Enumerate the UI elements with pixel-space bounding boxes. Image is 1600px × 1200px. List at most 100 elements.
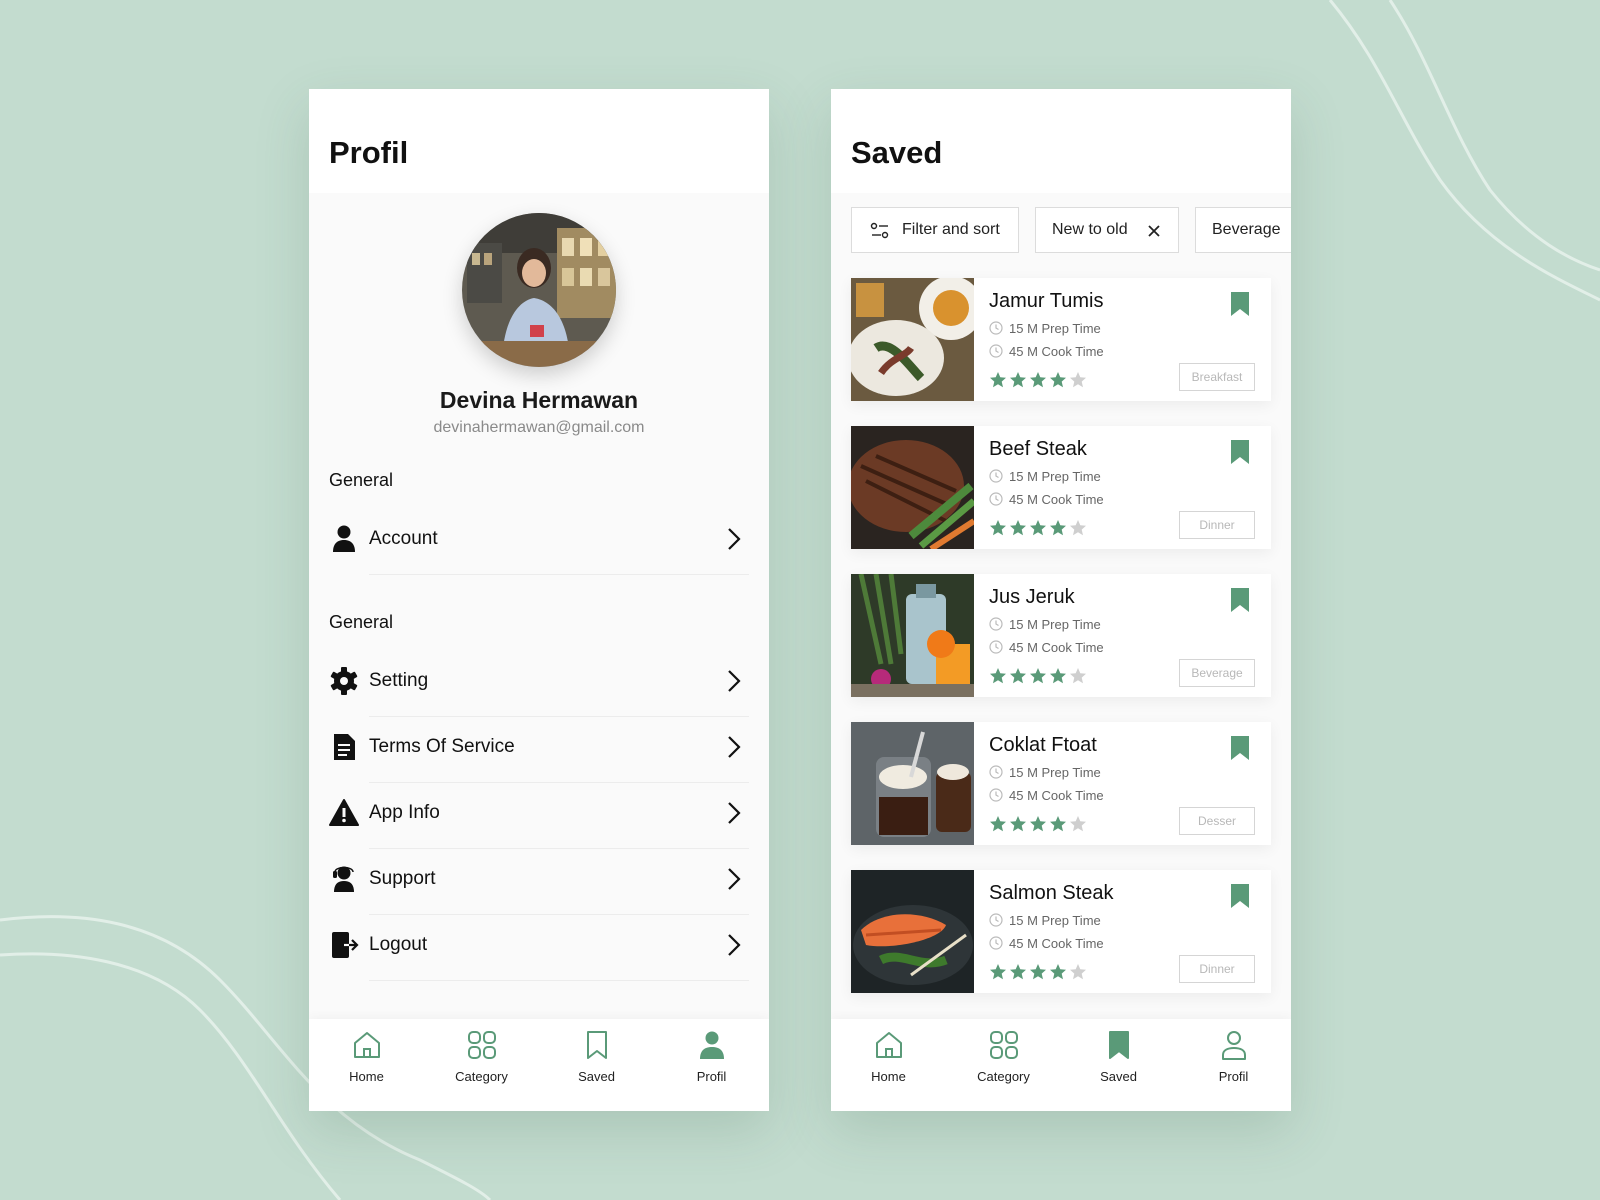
prep-time: 15 M Prep Time: [989, 913, 1101, 928]
bookmark-icon[interactable]: [1229, 439, 1251, 465]
recipe-card[interactable]: Coklat Ftoat 15 M Prep Time 45 M Cook Ti…: [851, 722, 1271, 845]
category-icon: [468, 1031, 496, 1059]
prep-time: 15 M Prep Time: [989, 765, 1101, 780]
recipe-card[interactable]: Jamur Tumis 15 M Prep Time 45 M Cook Tim…: [851, 278, 1271, 401]
rating-stars: [989, 815, 1089, 833]
nav-category[interactable]: Category: [424, 1019, 539, 1111]
star-filled-icon: [1050, 816, 1066, 832]
menu-item-logout[interactable]: Logout: [329, 915, 749, 981]
star-filled-icon: [990, 816, 1006, 832]
nav-category[interactable]: Category: [946, 1019, 1061, 1111]
support-icon: [333, 866, 354, 892]
chevron-right-icon: [728, 802, 741, 824]
sort-chip[interactable]: New to old: [1035, 207, 1179, 253]
star-filled-icon: [1050, 520, 1066, 536]
category-chip[interactable]: Beverage: [1195, 207, 1291, 253]
filter-sort-chip[interactable]: Filter and sort: [851, 207, 1019, 253]
nav-label: Saved: [578, 1069, 615, 1084]
document-icon: [334, 734, 355, 760]
star-filled-icon: [1010, 816, 1026, 832]
rating-stars: [989, 519, 1089, 537]
star-empty-icon: [1070, 668, 1086, 684]
filter-chips: Filter and sort New to old Beverage: [851, 207, 1291, 253]
recipe-card[interactable]: Jus Jeruk 15 M Prep Time 45 M Cook Time …: [851, 574, 1271, 697]
prep-time: 15 M Prep Time: [989, 321, 1101, 336]
nav-profil[interactable]: Profil: [1176, 1019, 1291, 1111]
chip-label: New to old: [1052, 221, 1128, 238]
rating-stars: [989, 667, 1089, 685]
saved-screen: Saved Filter and sort New to old Beverag…: [831, 89, 1291, 1111]
home-icon: [876, 1032, 902, 1058]
star-filled-icon: [990, 964, 1006, 980]
nav-saved[interactable]: Saved: [539, 1019, 654, 1111]
menu-item-terms[interactable]: Terms Of Service: [329, 717, 749, 783]
bookmark-icon[interactable]: [1229, 735, 1251, 761]
cook-time-text: 45 M Cook Time: [1009, 936, 1104, 951]
recipe-card[interactable]: Beef Steak 15 M Prep Time 45 M Cook Time…: [851, 426, 1271, 549]
star-filled-icon: [990, 668, 1006, 684]
star-filled-icon: [1030, 964, 1046, 980]
clock-icon: [989, 321, 1003, 335]
recipe-name: Jus Jeruk: [989, 586, 1075, 608]
gear-icon: [330, 667, 358, 695]
bookmark-icon[interactable]: [1229, 291, 1251, 317]
page-title: Profil: [329, 135, 409, 170]
chevron-right-icon: [728, 670, 741, 692]
chevron-right-icon: [728, 528, 741, 550]
prep-time-text: 15 M Prep Time: [1009, 321, 1101, 336]
cook-time-text: 45 M Cook Time: [1009, 344, 1104, 359]
bottom-nav: Home Category Saved Profil: [831, 1019, 1291, 1111]
warning-icon: [329, 799, 359, 826]
recipe-image: [851, 574, 974, 697]
cook-time: 45 M Cook Time: [989, 492, 1104, 507]
menu-item-label: Terms Of Service: [369, 736, 515, 757]
recipe-name: Coklat Ftoat: [989, 734, 1097, 756]
section-label-general-2: General: [329, 612, 394, 632]
nav-home[interactable]: Home: [831, 1019, 946, 1111]
menu-item-app-info[interactable]: App Info: [329, 783, 749, 849]
menu-item-setting[interactable]: Setting: [329, 651, 749, 717]
nav-home[interactable]: Home: [309, 1019, 424, 1111]
close-icon[interactable]: [1146, 223, 1162, 239]
recipe-image: [851, 870, 974, 993]
prep-time: 15 M Prep Time: [989, 617, 1101, 632]
clock-icon: [989, 765, 1003, 779]
category-tag: Breakfast: [1179, 363, 1255, 391]
star-filled-icon: [1010, 372, 1026, 388]
chip-label: Filter and sort: [902, 221, 1000, 238]
star-filled-icon: [1050, 668, 1066, 684]
profile-screen: Profil Devina Hermawan devinahermawan@gm…: [309, 89, 769, 1111]
star-empty-icon: [1070, 520, 1086, 536]
nav-profil[interactable]: Profil: [654, 1019, 769, 1111]
recipe-name: Beef Steak: [989, 438, 1087, 460]
category-tag: Beverage: [1179, 659, 1255, 687]
chevron-right-icon: [728, 868, 741, 890]
user-email: devinahermawan@gmail.com: [433, 419, 645, 436]
user-name: Devina Hermawan: [439, 387, 639, 413]
rating-stars: [989, 963, 1089, 981]
nav-saved[interactable]: Saved: [1061, 1019, 1176, 1111]
star-filled-icon: [990, 520, 1006, 536]
nav-label: Category: [455, 1069, 508, 1084]
recipe-name: Jamur Tumis: [989, 290, 1104, 312]
prep-time: 15 M Prep Time: [989, 469, 1101, 484]
menu-item-support[interactable]: Support: [329, 849, 749, 915]
bookmark-icon[interactable]: [1229, 883, 1251, 909]
menu-item-account[interactable]: Account: [329, 509, 749, 575]
recipe-card[interactable]: Salmon Steak 15 M Prep Time 45 M Cook Ti…: [851, 870, 1271, 993]
bottom-nav: Home Category Saved Profil: [309, 1019, 769, 1111]
category-tag: Dinner: [1179, 955, 1255, 983]
clock-icon: [989, 492, 1003, 506]
nav-label: Profil: [1218, 1069, 1249, 1084]
nav-label: Category: [977, 1069, 1030, 1084]
prep-time-text: 15 M Prep Time: [1009, 913, 1101, 928]
star-filled-icon: [1010, 964, 1026, 980]
logout-icon: [332, 932, 359, 958]
nav-label: Profil: [696, 1069, 727, 1084]
profile-header: Profil: [309, 89, 769, 193]
avatar[interactable]: [462, 213, 616, 367]
category-tag: Desser: [1179, 807, 1255, 835]
bookmark-icon[interactable]: [1229, 587, 1251, 613]
star-filled-icon: [1030, 372, 1046, 388]
category-tag: Dinner: [1179, 511, 1255, 539]
